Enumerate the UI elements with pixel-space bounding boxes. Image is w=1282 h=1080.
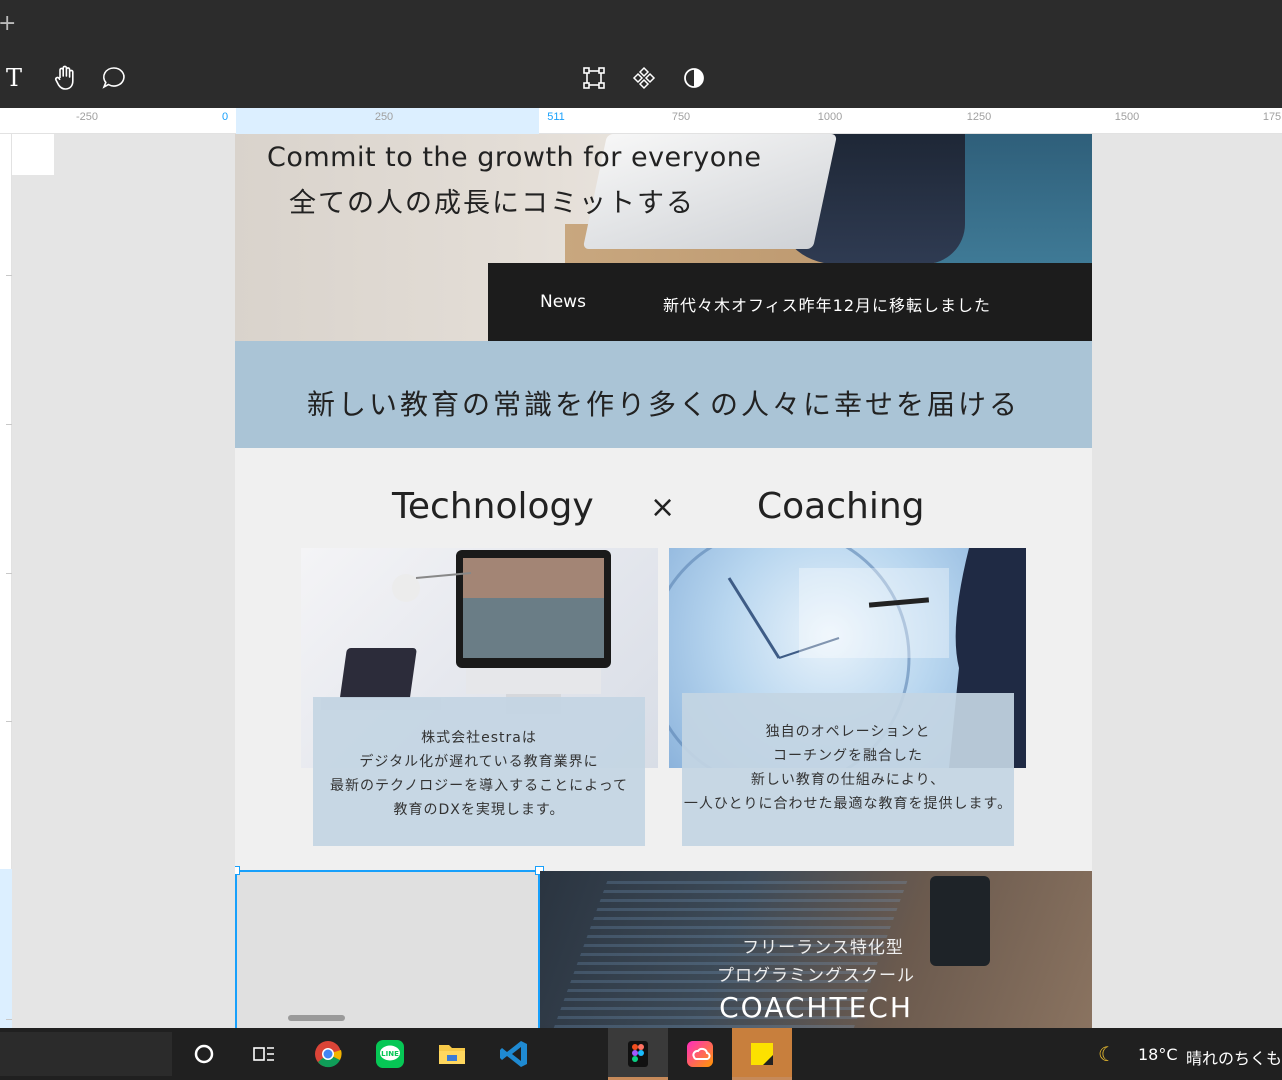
description-line: コーチングを融合した <box>773 748 923 764</box>
news-label: News <box>540 292 586 312</box>
sticky-notes-icon[interactable] <box>732 1028 792 1080</box>
creative-cloud-icon[interactable] <box>670 1028 730 1080</box>
ruler-label: 750 <box>671 111 691 123</box>
tab-bar: + <box>0 0 1282 48</box>
file-explorer-icon[interactable] <box>422 1028 482 1080</box>
description-line: 一人ひとりに合わせた最適な教育を提供します。 <box>683 796 1013 812</box>
contrast-tool-icon[interactable] <box>680 64 708 92</box>
ruler-label: 250 <box>374 111 394 123</box>
cortana-icon[interactable] <box>174 1028 234 1080</box>
ruler-tick <box>6 1019 12 1020</box>
description-line: 株式会社estraは <box>421 730 537 746</box>
new-tab-button[interactable]: + <box>0 12 16 36</box>
ruler-tick <box>6 275 12 276</box>
text-tool-glyph: T <box>5 64 22 92</box>
ruler-label: 511 <box>547 111 565 123</box>
description-line: デジタル化が遅れている教育業界に <box>359 754 599 770</box>
taskbar: LINE ☾ 18°C 晴れのちくもり <box>0 1028 1282 1080</box>
ruler-label: -250 <box>75 111 99 123</box>
task-view-icon[interactable] <box>234 1028 294 1080</box>
line-icon[interactable]: LINE <box>360 1028 420 1080</box>
svg-text:LINE: LINE <box>381 1050 399 1058</box>
ruler-label: 1000 <box>817 111 843 123</box>
school-subtitle-2: プログラミングスクール <box>717 966 915 986</box>
selected-empty-frame[interactable] <box>235 870 540 1028</box>
component-tool-icon[interactable] <box>630 64 658 92</box>
school-banner[interactable]: フリーランス特化型 プログラミングスクール COACHTECH <box>540 871 1092 1028</box>
horizontal-scrollbar[interactable] <box>288 1015 345 1021</box>
figma-icon[interactable] <box>608 1028 668 1080</box>
school-subtitle-1: フリーランス特化型 <box>742 938 904 958</box>
ruler-label: 1250 <box>966 111 992 123</box>
coaching-description: 独自のオペレーションと コーチングを融合した 新しい教育の仕組みにより、 一人ひ… <box>682 693 1014 846</box>
technology-heading: Technology <box>392 486 594 527</box>
weather-moon-icon[interactable]: ☾ <box>1098 1042 1116 1066</box>
chrome-icon[interactable] <box>298 1028 358 1080</box>
canvas-thumbnail[interactable] <box>12 134 54 175</box>
ruler-label: 1500 <box>1114 111 1140 123</box>
toolbar: T <box>0 48 1282 108</box>
school-title: COACHTECH <box>719 991 913 1024</box>
technology-description: 株式会社estraは デジタル化が遅れている教育業界に 最新のテクノロジーを導入… <box>313 697 645 846</box>
ruler-tick <box>6 573 12 574</box>
vertical-ruler <box>0 134 12 1028</box>
ruler-label: 175 <box>1262 111 1282 123</box>
taskbar-search-box[interactable] <box>0 1032 172 1076</box>
ruler-label: 0 <box>221 111 229 123</box>
resize-handle[interactable] <box>235 866 240 875</box>
design-frame[interactable]: Commit to the growth for everyone 全ての人の成… <box>235 134 1092 1028</box>
comment-tool-icon[interactable] <box>100 64 128 92</box>
coaching-heading: Coaching <box>757 486 925 527</box>
text-tool-icon[interactable]: T <box>0 64 28 92</box>
mission-text: 新しい教育の常識を作り多くの人々に幸せを届ける <box>306 388 1020 421</box>
frame-tool-icon[interactable] <box>580 64 608 92</box>
mission-banner: 新しい教育の常識を作り多くの人々に幸せを届ける <box>235 341 1092 448</box>
hero-section[interactable]: Commit to the growth for everyone 全ての人の成… <box>235 134 1092 341</box>
hero-title-ja: 全ての人の成長にコミットする <box>289 188 695 219</box>
ruler-tick <box>6 721 12 722</box>
weather-condition[interactable]: 晴れのちくもり <box>1186 1045 1282 1069</box>
news-text[interactable]: 新代々木オフィス昨年12月に移転しました <box>663 292 991 316</box>
description-line: 最新のテクノロジーを導入することによって <box>329 778 629 794</box>
vertical-ruler-selection <box>0 869 12 1028</box>
ruler-tick <box>6 424 12 425</box>
description-line: 独自のオペレーションと <box>765 724 931 740</box>
weather-temperature[interactable]: 18°C <box>1138 1045 1178 1064</box>
description-line: 教育のDXを実現します。 <box>393 802 565 818</box>
news-bar[interactable]: News 新代々木オフィス昨年12月に移転しました <box>488 263 1092 341</box>
times-symbol: × <box>650 490 676 525</box>
hand-tool-icon[interactable] <box>51 64 79 92</box>
description-line: 新しい教育の仕組みにより、 <box>750 772 946 788</box>
hero-title-en: Commit to the growth for everyone <box>267 142 762 173</box>
horizontal-ruler: -250 0 250 511 750 1000 1250 1500 175 <box>0 108 1282 134</box>
vscode-icon[interactable] <box>484 1028 544 1080</box>
